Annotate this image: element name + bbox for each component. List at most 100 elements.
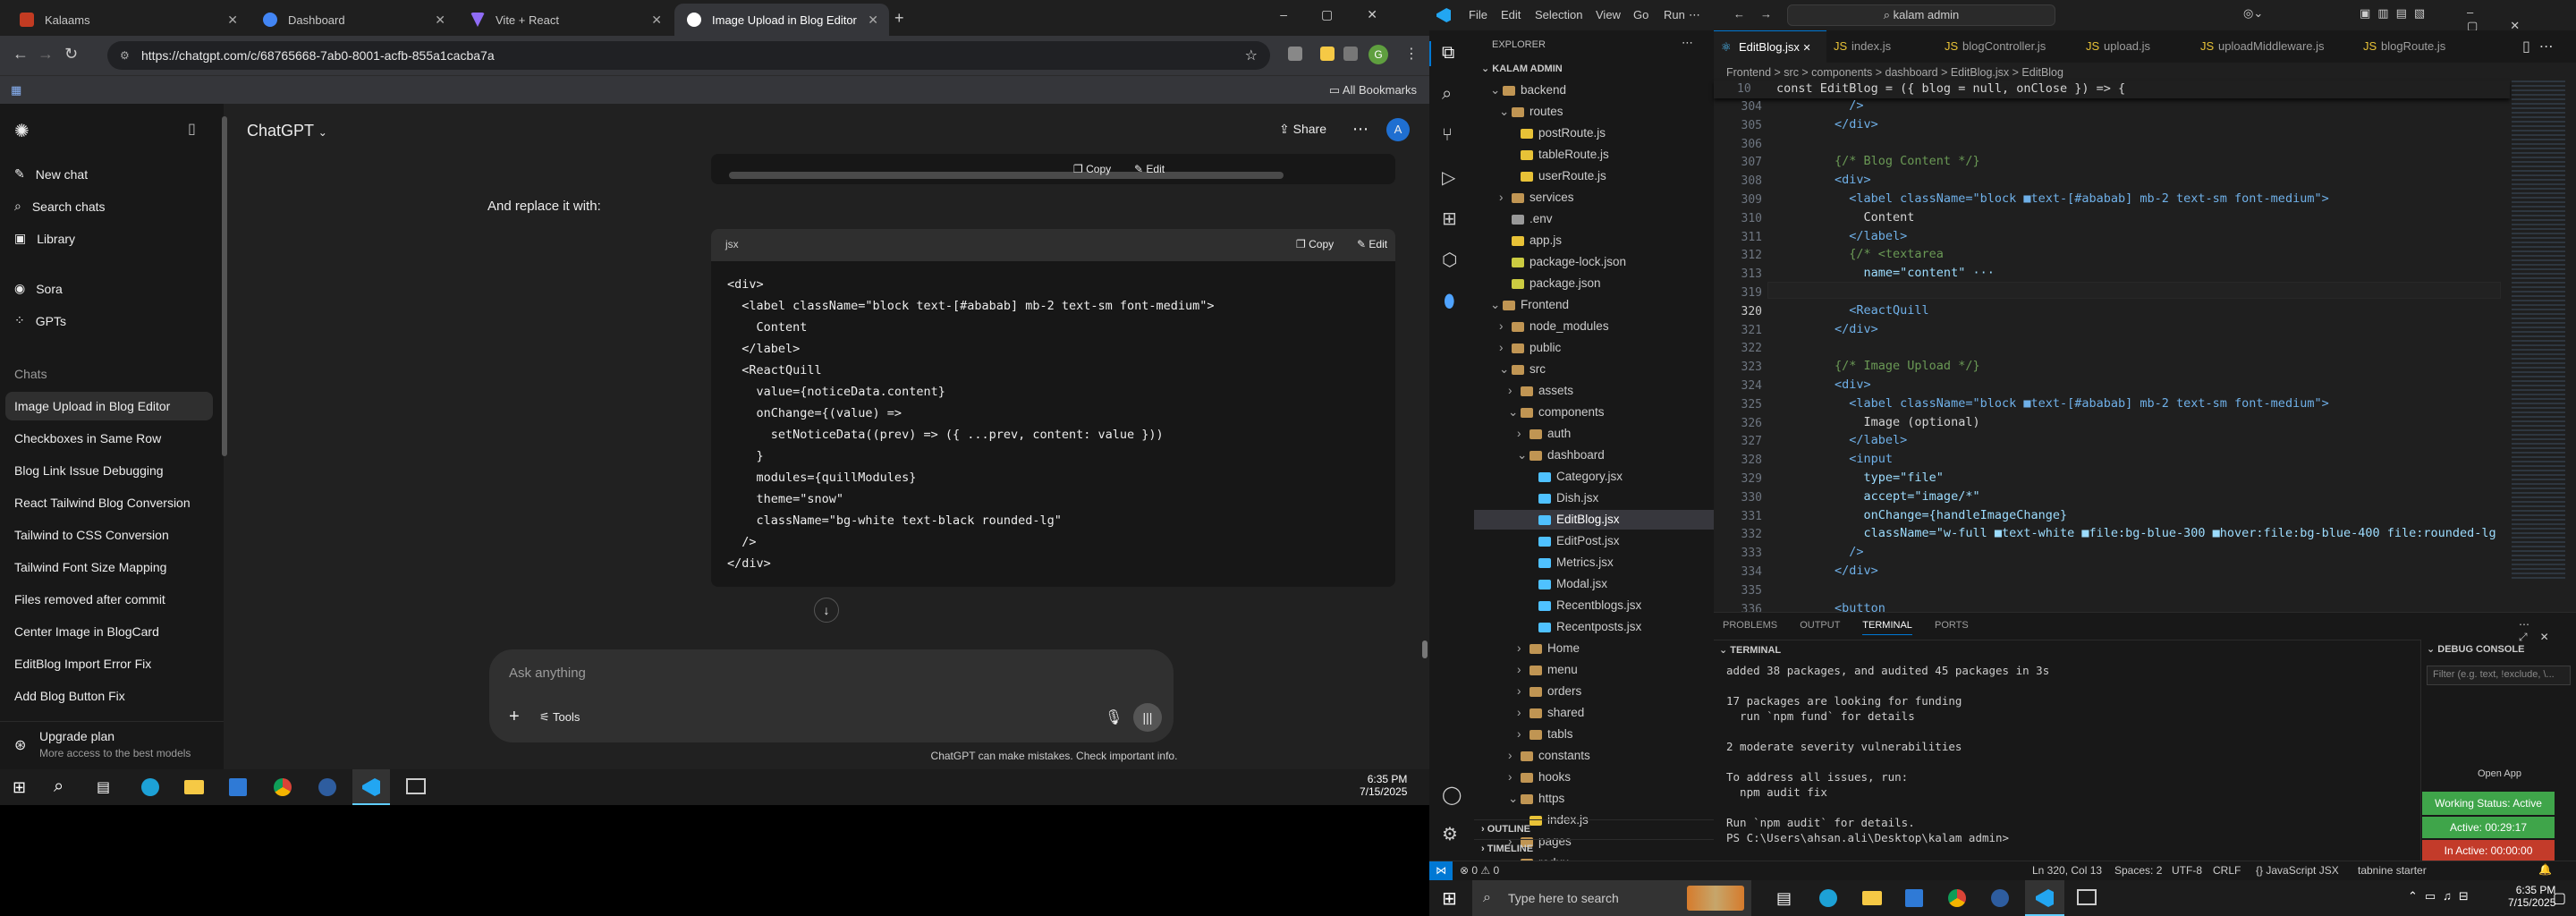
gpts-button[interactable]: ⁘ GPTs (14, 313, 66, 328)
profile-avatar[interactable]: G (1368, 45, 1388, 64)
chat-item[interactable]: EditBlog Import Error Fix (14, 657, 151, 671)
search-icon[interactable]: ⌕ (54, 776, 64, 797)
chrome-icon[interactable] (274, 778, 292, 796)
file-tree-item[interactable]: ⌄ components (1474, 403, 1714, 422)
file-tree-item[interactable]: Modal.jsx (1474, 574, 1714, 594)
editor-tab-index[interactable]: JS index.js (1826, 30, 1937, 63)
copilot-icon[interactable]: ◎⌄ (2243, 6, 2263, 21)
chrome-icon[interactable] (1948, 889, 1966, 907)
indentation[interactable]: Spaces: 2 (2114, 864, 2162, 877)
chat-input[interactable]: Ask anything (509, 666, 586, 681)
extensions-icon[interactable]: ⊞ (1442, 208, 1457, 230)
model-selector[interactable]: ChatGPT ⌄ (247, 122, 327, 140)
task-view-icon[interactable]: ▤ (1776, 889, 1792, 908)
tabnine-icon[interactable]: ⬮ (1444, 292, 1455, 312)
share-button[interactable]: ⇪ Share (1279, 122, 1326, 137)
file-tree-item[interactable]: userRoute.js (1474, 166, 1714, 186)
open-app-button[interactable]: Open App (2478, 768, 2521, 779)
tabnine-status[interactable]: tabnine starter (2358, 864, 2427, 877)
code-scrollbar[interactable] (729, 172, 1284, 179)
file-tree-item[interactable]: ⌄ backend (1474, 81, 1714, 100)
workspace-root[interactable]: ⌄ KALAM ADMIN (1481, 63, 1563, 74)
file-tree-item[interactable]: ⌄ https (1474, 789, 1714, 809)
sora-button[interactable]: ◉ Sora (14, 281, 63, 296)
language-mode[interactable]: {} JavaScript JSX (2256, 864, 2339, 877)
working-status-badge[interactable]: Working Status: Active (2422, 792, 2555, 815)
file-tree-item[interactable]: › Home (1474, 639, 1714, 658)
breadcrumb[interactable]: Frontend > src > components > dashboard … (1726, 66, 2063, 79)
window-controls-icon[interactable]: –▢✕ (1280, 7, 1411, 22)
file-tree-item[interactable]: Recentposts.jsx (1474, 617, 1714, 637)
encoding[interactable]: UTF-8 (2172, 864, 2202, 877)
terminal-icon[interactable] (2077, 889, 2097, 905)
file-tree-item[interactable]: Category.jsx (1474, 467, 1714, 487)
openai-logo-icon[interactable]: ✺ (14, 120, 30, 142)
debug-filter-input[interactable]: Filter (e.g. text, !exclude, \... (2427, 666, 2571, 685)
run-debug-icon[interactable]: ▷ (1442, 166, 1455, 189)
editor-tab-editblog[interactable]: ⚛ EditBlog.jsx ✕ (1714, 30, 1826, 63)
file-tree-item[interactable]: › node_modules (1474, 317, 1714, 336)
command-center[interactable]: ⌕ kalam admin (1787, 4, 2055, 26)
all-bookmarks[interactable]: ▭ All Bookmarks (1329, 83, 1417, 98)
settings-gear-icon[interactable]: ⚙ (1442, 823, 1458, 845)
voice-mode-icon[interactable]: ||| (1133, 703, 1162, 732)
upgrade-plan-button[interactable]: ⊛ Upgrade plan More access to the best m… (0, 721, 224, 769)
copy-button[interactable]: ❐ Copy (1073, 163, 1111, 175)
store-icon[interactable] (1905, 889, 1923, 907)
file-tree-item[interactable]: › menu (1474, 660, 1714, 680)
nav-forward-icon[interactable]: → (1760, 7, 1772, 21)
file-tree-item[interactable]: package-lock.json (1474, 252, 1714, 272)
account-icon[interactable]: ◯ (1442, 784, 1462, 806)
chat-item[interactable]: Checkboxes in Same Row (14, 431, 161, 445)
tab-kalaams[interactable]: Kalaams ✕ (7, 4, 249, 36)
address-bar[interactable]: ⚙ https://chatgpt.com/c/68765668-7ab0-80… (107, 41, 1270, 70)
panel-tab-problems[interactable]: PROBLEMS (1723, 620, 1777, 631)
menu-file[interactable]: File (1469, 8, 1487, 21)
menu-view[interactable]: View (1596, 8, 1621, 21)
editor-tab-uploadmiddleware[interactable]: JS uploadMiddleware.js (2193, 30, 2356, 63)
problems-count[interactable]: ⊗ 0 ⚠ 0 (1460, 864, 1499, 877)
file-tree-item[interactable]: tableRoute.js (1474, 145, 1714, 165)
tools-button[interactable]: ⚟ Tools (539, 710, 580, 725)
file-tree-item[interactable]: › assets (1474, 381, 1714, 401)
terminal-icon[interactable] (406, 778, 426, 794)
editor-tab-blogcontroller[interactable]: JS blogController.js (1937, 30, 2079, 63)
file-tree-item[interactable]: › hooks (1474, 768, 1714, 787)
panel-tab-output[interactable]: OUTPUT (1800, 620, 1840, 631)
copy-button[interactable]: ❐ Copy (1296, 238, 1334, 250)
file-tree-item[interactable]: › shared (1474, 703, 1714, 723)
task-view-icon[interactable]: ▤ (97, 778, 110, 796)
apps-icon[interactable]: ▦ (11, 83, 21, 98)
edge-icon[interactable] (1819, 889, 1837, 907)
file-explorer-icon[interactable] (184, 780, 204, 794)
minimap[interactable] (2512, 81, 2565, 581)
search-chats-button[interactable]: ⌕ Search chats (14, 199, 106, 214)
timeline-section[interactable]: › TIMELINE (1474, 839, 1714, 859)
site-info-icon[interactable]: ⚙ (120, 49, 130, 62)
app-icon[interactable] (1991, 889, 2009, 907)
tab-dashboard[interactable]: Dashboard ✕ (250, 4, 456, 36)
app-icon[interactable] (318, 778, 336, 796)
sticky-scroll[interactable]: 10 const EditBlog = ({ blog = null, onCl… (1714, 81, 2510, 98)
menu-selection[interactable]: Selection (1535, 8, 1582, 21)
close-icon[interactable]: ✕ (651, 13, 662, 28)
file-tree-item[interactable]: ⌄ src (1474, 360, 1714, 379)
file-tree-item[interactable]: › orders (1474, 682, 1714, 701)
library-button[interactable]: ▣ Library (14, 231, 75, 246)
remote-explorer-icon[interactable]: ⬡ (1442, 249, 1457, 271)
file-tree-item[interactable]: › constants (1474, 746, 1714, 766)
microphone-icon[interactable]: 🎙 (1105, 708, 1123, 726)
new-chat-button[interactable]: ✎ New chat (14, 166, 88, 182)
chat-item[interactable]: Image Upload in Blog Editor (14, 399, 170, 413)
taskbar-search[interactable]: ⌕ Type here to search (1472, 880, 1751, 916)
edit-button[interactable]: ✎ Edit (1357, 238, 1387, 250)
file-explorer-icon[interactable] (1862, 891, 1882, 905)
clock[interactable]: 6:35 PM 7/15/2025 (2508, 884, 2555, 909)
extensions-puzzle-icon[interactable] (1343, 47, 1358, 61)
edit-button[interactable]: ✎ Edit (1134, 163, 1165, 175)
vscode-taskbar-icon[interactable] (352, 769, 390, 805)
chat-item[interactable]: Files removed after commit (14, 592, 165, 606)
file-tree-item[interactable]: postRoute.js (1474, 123, 1714, 143)
file-tree-item[interactable]: Metrics.jsx (1474, 553, 1714, 572)
panel-tab-ports[interactable]: PORTS (1935, 620, 1969, 631)
